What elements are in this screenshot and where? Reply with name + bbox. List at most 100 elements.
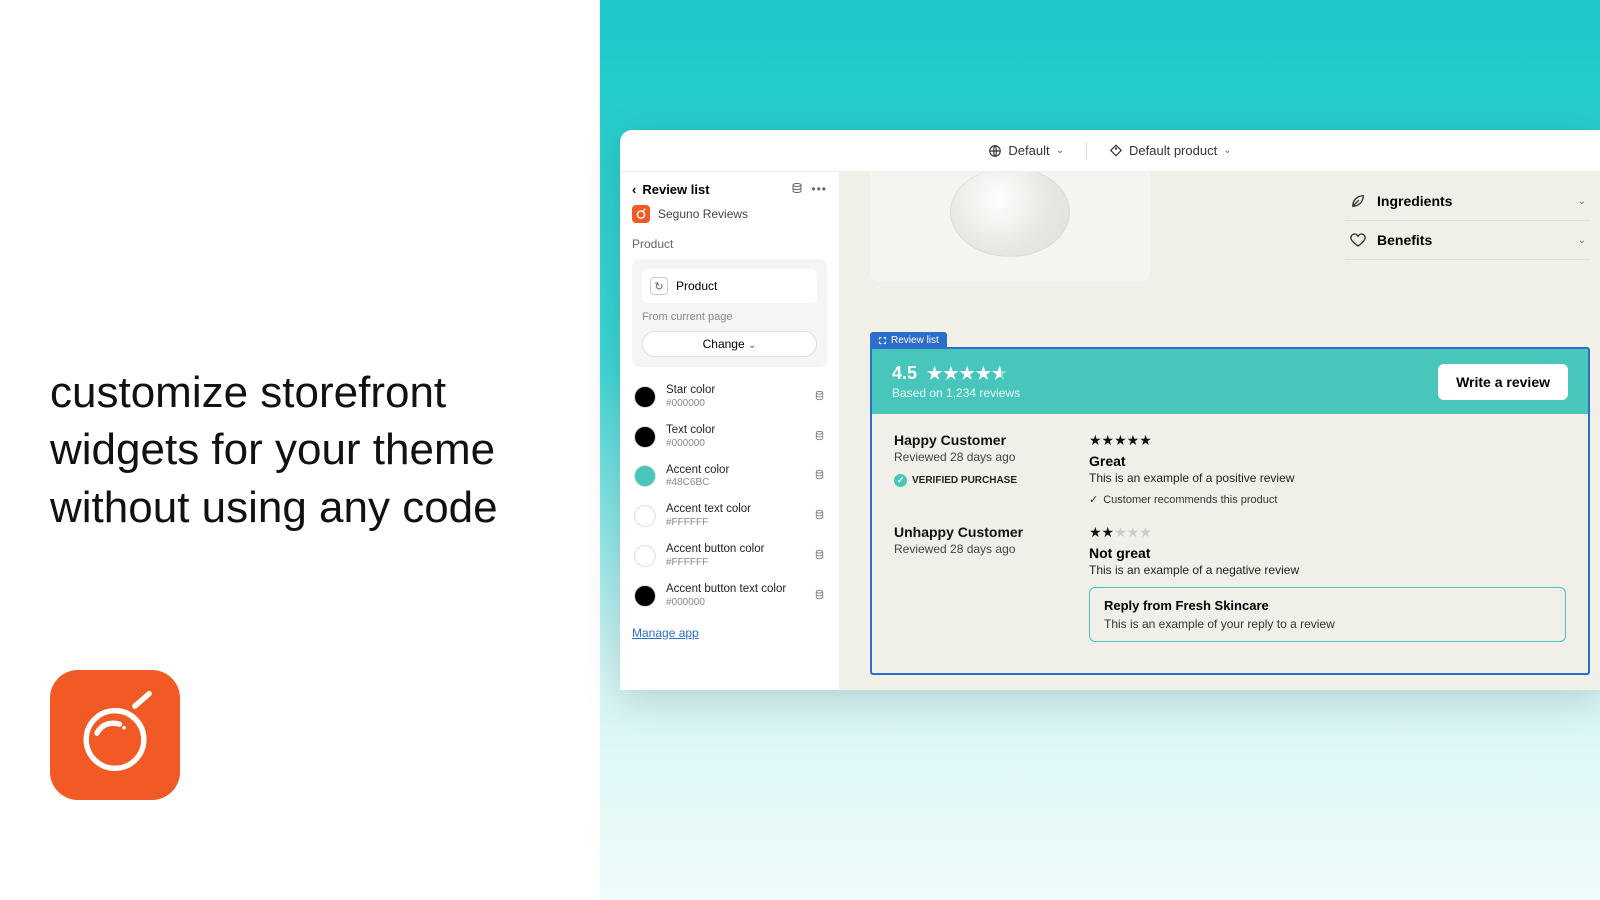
- accordion-label: Ingredients: [1377, 193, 1452, 209]
- petri-dish-icon: [950, 172, 1070, 257]
- color-name: Text color: [666, 424, 715, 438]
- review-title: Not great: [1089, 545, 1566, 561]
- preview-canvas: Ingredients ⌄ Benefits ⌄ Review lis: [840, 172, 1600, 690]
- app-backdrop: Default ⌄ Default product ⌄ ‹ Review lis…: [600, 0, 1600, 900]
- reply-box: Reply from Fresh Skincare This is an exa…: [1089, 587, 1566, 642]
- recommends-line: ✓ Customer recommends this product: [1089, 493, 1566, 506]
- review-stars: ★★★★★: [1089, 432, 1566, 449]
- accordion-label: Benefits: [1377, 232, 1432, 248]
- color-swatch: [634, 426, 656, 448]
- review-count: Based on 1,234 reviews: [892, 386, 1020, 400]
- divider: [1086, 142, 1087, 160]
- reviewer-name: Unhappy Customer: [894, 524, 1049, 540]
- expand-icon: [878, 336, 887, 345]
- color-setting-row[interactable]: Accent button text color #000000: [632, 576, 827, 616]
- review-stars: ★★★★★: [1089, 524, 1566, 541]
- color-setting-row[interactable]: Accent button color #FFFFFF: [632, 536, 827, 576]
- chevron-down-icon: ⌄: [1223, 145, 1231, 156]
- widget-header: 4.5 ★★★★★★ Based on 1,234 reviews Write …: [872, 349, 1588, 414]
- color-swatch: [634, 465, 656, 487]
- verified-badge: ✓ VERIFIED PURCHASE: [894, 474, 1049, 487]
- leaf-icon: [1349, 192, 1367, 210]
- globe-icon: [988, 144, 1002, 158]
- database-icon[interactable]: [791, 182, 803, 197]
- chevron-down-icon: ⌄: [1056, 145, 1064, 156]
- check-icon: ✓: [894, 474, 907, 487]
- widget-selection-tag[interactable]: Review list: [870, 332, 947, 349]
- app-icon: [632, 205, 650, 223]
- review-body: This is an example of a positive review: [1089, 471, 1566, 485]
- review-title: Great: [1089, 453, 1566, 469]
- accordion: Ingredients ⌄ Benefits ⌄: [1345, 182, 1590, 260]
- database-icon[interactable]: [814, 549, 825, 563]
- color-name: Accent text color: [666, 503, 751, 517]
- refresh-icon: ↻: [650, 277, 668, 295]
- accordion-ingredients[interactable]: Ingredients ⌄: [1345, 182, 1590, 221]
- chevron-down-icon: ⌄: [1578, 196, 1586, 207]
- color-hex: #000000: [666, 597, 786, 609]
- reviews-container: Happy Customer Reviewed 28 days ago ✓ VE…: [872, 414, 1588, 660]
- color-swatch: [634, 505, 656, 527]
- accordion-benefits[interactable]: Benefits ⌄: [1345, 221, 1590, 260]
- color-name: Accent color: [666, 464, 729, 478]
- editor-sidebar: ‹ Review list ••• Seguno Reviews: [620, 172, 840, 690]
- product-source[interactable]: ↻ Product: [642, 269, 817, 303]
- manage-app-link[interactable]: Manage app: [632, 626, 827, 640]
- app-row: Seguno Reviews: [632, 205, 827, 223]
- product-selector[interactable]: Default product ⌄: [1101, 139, 1240, 162]
- review-item: Happy Customer Reviewed 28 days ago ✓ VE…: [894, 432, 1566, 506]
- review-item: Unhappy Customer Reviewed 28 days ago ★★…: [894, 524, 1566, 642]
- theme-selector[interactable]: Default ⌄: [980, 139, 1072, 162]
- review-date: Reviewed 28 days ago: [894, 542, 1049, 556]
- color-hex: #48C6BC: [666, 477, 729, 489]
- color-name: Star color: [666, 384, 715, 398]
- chevron-down-icon: ⌄: [1578, 235, 1586, 246]
- color-hex: #000000: [666, 438, 715, 450]
- database-icon[interactable]: [814, 469, 825, 483]
- color-name: Accent button color: [666, 543, 764, 557]
- color-setting-row[interactable]: Accent text color #FFFFFF: [632, 496, 827, 536]
- sidebar-header: ‹ Review list •••: [632, 182, 827, 197]
- color-hex: #000000: [666, 398, 715, 410]
- change-button[interactable]: Change ⌄: [642, 331, 817, 357]
- brand-logo: [50, 670, 180, 800]
- color-setting-row[interactable]: Text color #000000: [632, 417, 827, 457]
- top-bar: Default ⌄ Default product ⌄: [620, 130, 1600, 172]
- from-current-page: From current page: [642, 311, 817, 323]
- review-body: This is an example of a negative review: [1089, 563, 1566, 577]
- color-swatch: [634, 545, 656, 567]
- reply-from: Reply from Fresh Skincare: [1104, 598, 1551, 613]
- check-icon: ✓: [1089, 493, 1098, 506]
- color-name: Accent button text color: [666, 583, 786, 597]
- review-list-widget: 4.5 ★★★★★★ Based on 1,234 reviews Write …: [870, 347, 1590, 675]
- app-name: Seguno Reviews: [658, 207, 748, 221]
- more-icon[interactable]: •••: [811, 182, 827, 197]
- reviewer-name: Happy Customer: [894, 432, 1049, 448]
- back-icon[interactable]: ‹: [632, 182, 636, 197]
- sidebar-title: Review list: [642, 182, 709, 197]
- product-selector-label: Default product: [1129, 143, 1217, 158]
- color-hex: #FFFFFF: [666, 517, 751, 529]
- promo-panel: customize storefront widgets for your th…: [0, 0, 600, 900]
- unicorn-icon: [70, 690, 160, 780]
- rating-stars: ★★★★★★: [927, 364, 1009, 384]
- color-setting-row[interactable]: Star color #000000: [632, 377, 827, 417]
- color-swatch: [634, 585, 656, 607]
- product-image: [870, 172, 1150, 282]
- database-icon[interactable]: [814, 430, 825, 444]
- headline-text: customize storefront widgets for your th…: [50, 364, 550, 536]
- product-type-label: Product: [676, 279, 717, 293]
- section-label: Product: [632, 237, 827, 251]
- color-setting-row[interactable]: Accent color #48C6BC: [632, 457, 827, 497]
- write-review-button[interactable]: Write a review: [1438, 364, 1568, 400]
- reply-body: This is an example of your reply to a re…: [1104, 617, 1551, 631]
- database-icon[interactable]: [814, 509, 825, 523]
- heart-icon: [1349, 231, 1367, 249]
- database-icon[interactable]: [814, 390, 825, 404]
- overall-rating: 4.5: [892, 363, 917, 384]
- tag-icon: [1109, 144, 1123, 158]
- database-icon[interactable]: [814, 589, 825, 603]
- app-window: Default ⌄ Default product ⌄ ‹ Review lis…: [620, 130, 1600, 690]
- product-card: ↻ Product From current page Change ⌄: [632, 259, 827, 367]
- color-hex: #FFFFFF: [666, 557, 764, 569]
